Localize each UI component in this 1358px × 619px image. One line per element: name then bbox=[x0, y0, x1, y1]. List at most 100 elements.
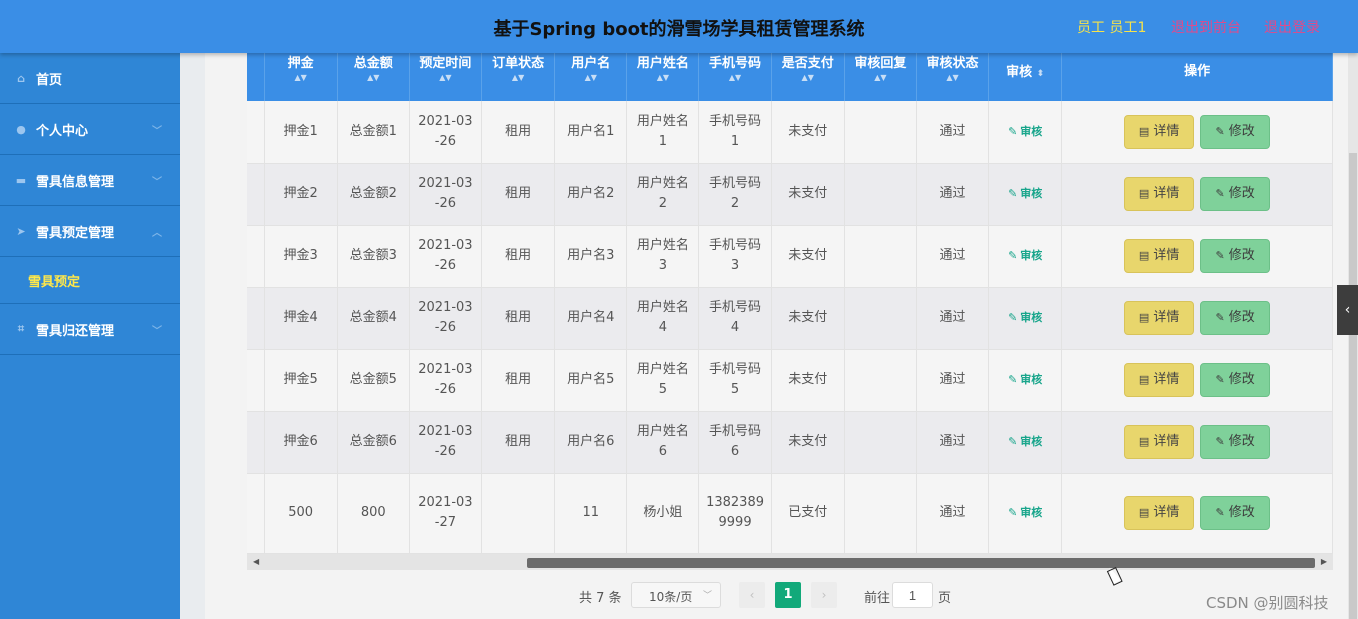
sidebar-item-equipment-info[interactable]: ▬ 雪具信息管理 ﹀ bbox=[0, 155, 180, 206]
row-selection-cell bbox=[247, 411, 265, 474]
sidebar-subitem-reservation[interactable]: 雪具预定 bbox=[0, 257, 180, 304]
vertical-scrollbar[interactable] bbox=[1348, 53, 1358, 619]
table-cell: 手机号码 1 bbox=[698, 101, 772, 164]
table-cell: 通过 bbox=[916, 101, 990, 164]
table-cell: 通过 bbox=[916, 163, 990, 226]
detail-button[interactable]: ▤ 详情 bbox=[1124, 363, 1195, 397]
table-row: 押金4 总金额4 2021-03 -26 租用 用户名4 用户姓名 4 手机号码 4 未支付 通… bbox=[247, 287, 1333, 350]
column-header[interactable]: 审核状态 ▲▼ bbox=[916, 53, 990, 101]
table-cell: 用户姓名 4 bbox=[626, 287, 700, 350]
table-row: 押金6 总金额6 2021-03 -26 租用 用户名6 用户姓名 6 手机号码 6 未支付 通… bbox=[247, 411, 1333, 474]
next-page-button[interactable]: › bbox=[811, 582, 837, 608]
edit-icon: ✎ bbox=[1008, 249, 1018, 262]
scrollbar-thumb[interactable] bbox=[527, 558, 1315, 568]
edit-icon: ✎ bbox=[1215, 311, 1225, 324]
sidebar-item-home[interactable]: ⌂ 首页 bbox=[0, 53, 180, 104]
back-to-front-link[interactable]: 退出到前台 bbox=[1171, 17, 1241, 37]
edit-button[interactable]: ✎ 修改 bbox=[1200, 177, 1271, 211]
edit-button[interactable]: ✎ 修改 bbox=[1200, 301, 1271, 335]
audit-link[interactable]: ✎ 审核 bbox=[1008, 249, 1042, 262]
actions-cell: ▤ 详情 ✎ 修改 bbox=[1061, 101, 1333, 164]
goto-page-input[interactable] bbox=[892, 582, 933, 608]
sidebar-item-return[interactable]: ⌗ 雪具归还管理 ﹀ bbox=[0, 304, 180, 355]
audit-link[interactable]: ✎ 审核 bbox=[1008, 125, 1042, 138]
row-selection-cell bbox=[247, 473, 265, 554]
document-icon: ▤ bbox=[1138, 249, 1150, 262]
edit-button[interactable]: ✎ 修改 bbox=[1200, 114, 1271, 149]
horizontal-scrollbar[interactable]: ◀ ▶ bbox=[247, 554, 1333, 570]
row-selection-cell bbox=[247, 163, 265, 226]
edit-button[interactable]: ✎ 修改 bbox=[1200, 496, 1271, 530]
table-cell bbox=[844, 411, 917, 474]
table-row: 押金3 总金额3 2021-03 -26 租用 用户名3 用户姓名 3 手机号码 3 未支付 通… bbox=[247, 225, 1333, 288]
column-header[interactable]: 订单状态 ▲▼ bbox=[481, 53, 556, 101]
table-cell: 2021-03 -26 bbox=[409, 163, 483, 226]
table-cell: 总金额1 bbox=[337, 101, 410, 164]
table-cell: 2021-03 -26 bbox=[409, 225, 483, 288]
sidebar-item-profile[interactable]: ● 个人中心 ﹀ bbox=[0, 104, 180, 155]
detail-button[interactable]: ▤ 详情 bbox=[1124, 239, 1195, 273]
table-cell: 1382389 9999 bbox=[698, 473, 772, 554]
column-header[interactable]: 是否支付 ▲▼ bbox=[771, 53, 845, 101]
column-header[interactable]: 预定时间 ▲▼ bbox=[409, 53, 483, 101]
detail-button[interactable]: ▤ 详情 bbox=[1124, 114, 1195, 149]
table-cell: 2021-03 -26 bbox=[409, 101, 483, 164]
table-cell: 手机号码 2 bbox=[698, 163, 772, 226]
actions-cell: ▤ 详情 ✎ 修改 bbox=[1061, 473, 1333, 554]
table-header-row: 押金 ▲▼ 总金额 ▲▼ 预定时间 ▲▼ 订单状态 ▲▼ 用户名 ▲▼ 用户姓名 ▲▼ 手机… bbox=[247, 53, 1333, 101]
audit-link[interactable]: ✎ 审核 bbox=[1008, 311, 1042, 324]
user-icon: ● bbox=[16, 122, 26, 136]
table-cell bbox=[844, 101, 917, 164]
table-cell: 未支付 bbox=[771, 411, 845, 474]
column-header[interactable]: 用户名 ▲▼ bbox=[554, 53, 628, 101]
table-cell: 800 bbox=[337, 473, 410, 554]
sort-icon: ▲▼ bbox=[294, 73, 307, 82]
audit-cell: ✎ 审核 bbox=[988, 163, 1063, 226]
edit-button[interactable]: ✎ 修改 bbox=[1200, 239, 1271, 273]
audit-link[interactable]: ✎ 审核 bbox=[1008, 373, 1042, 386]
column-header[interactable]: 用户姓名 ▲▼ bbox=[626, 53, 700, 101]
sort-icon: ▲▼ bbox=[728, 73, 742, 82]
table-cell: 2021-03 -26 bbox=[409, 287, 483, 350]
sidebar-item-reservation[interactable]: ➤ 雪具预定管理 ︿ bbox=[0, 206, 180, 257]
detail-button[interactable]: ▤ 详情 bbox=[1124, 301, 1195, 335]
edit-icon: ✎ bbox=[1215, 249, 1225, 262]
document-icon: ▤ bbox=[1138, 311, 1150, 324]
column-header[interactable]: 押金 ▲▼ bbox=[264, 53, 338, 101]
page-size-select[interactable]: 10条/页 ﹀ bbox=[631, 582, 721, 608]
column-header[interactable]: 审核 ⬍ bbox=[988, 53, 1063, 101]
table-cell: 通过 bbox=[916, 473, 990, 554]
sidebar-item-label: 雪具信息管理 bbox=[36, 174, 115, 190]
collapse-panel-button[interactable]: ‹ bbox=[1337, 285, 1358, 335]
column-header[interactable]: 手机号码 ▲▼ bbox=[698, 53, 772, 101]
detail-button[interactable]: ▤ 详情 bbox=[1124, 177, 1195, 211]
prev-page-button[interactable]: ‹ bbox=[739, 582, 765, 608]
audit-link[interactable]: ✎ 审核 bbox=[1008, 187, 1042, 200]
table-cell: 手机号码 6 bbox=[698, 411, 772, 474]
table-cell: 2021-03 -26 bbox=[409, 411, 483, 474]
current-page[interactable]: 1 bbox=[775, 582, 801, 608]
edit-icon: ✎ bbox=[1008, 124, 1018, 138]
detail-button[interactable]: ▤ 详情 bbox=[1124, 496, 1195, 530]
table-row: 押金2 总金额2 2021-03 -26 租用 用户名2 用户姓名 2 手机号码 2 未支付 通… bbox=[247, 163, 1333, 226]
table-cell: 已支付 bbox=[771, 473, 845, 554]
edit-button[interactable]: ✎ 修改 bbox=[1200, 425, 1271, 459]
table-cell: 用户名4 bbox=[554, 287, 628, 350]
column-header[interactable]: 总金额 ▲▼ bbox=[337, 53, 410, 101]
audit-link[interactable]: ✎ 审核 bbox=[1008, 506, 1042, 519]
top-header: 基于Spring boot的滑雪场学具租赁管理系统 员工 员工1 退出到前台 退… bbox=[0, 0, 1358, 53]
content-panel: 押金 ▲▼ 总金额 ▲▼ 预定时间 ▲▼ 订单状态 ▲▼ 用户名 ▲▼ 用户姓名 ▲▼ 手机… bbox=[205, 53, 1350, 619]
scrollbar-thumb[interactable] bbox=[1349, 153, 1357, 619]
logout-link[interactable]: 退出登录 bbox=[1264, 17, 1320, 37]
edit-button[interactable]: ✎ 修改 bbox=[1200, 363, 1271, 397]
chevron-down-icon: ﹀ bbox=[152, 177, 162, 188]
table-cell: 用户姓名 3 bbox=[626, 225, 700, 288]
audit-link[interactable]: ✎ 审核 bbox=[1008, 435, 1042, 448]
home-icon: ⌂ bbox=[17, 71, 25, 85]
column-header[interactable]: 审核回复 ▲▼ bbox=[844, 53, 917, 101]
table-cell: 用户名1 bbox=[554, 101, 628, 164]
page-unit-label: 页 bbox=[938, 591, 952, 606]
detail-button[interactable]: ▤ 详情 bbox=[1124, 425, 1195, 459]
goto-label: 前往 bbox=[864, 591, 891, 606]
table-cell bbox=[481, 473, 556, 554]
